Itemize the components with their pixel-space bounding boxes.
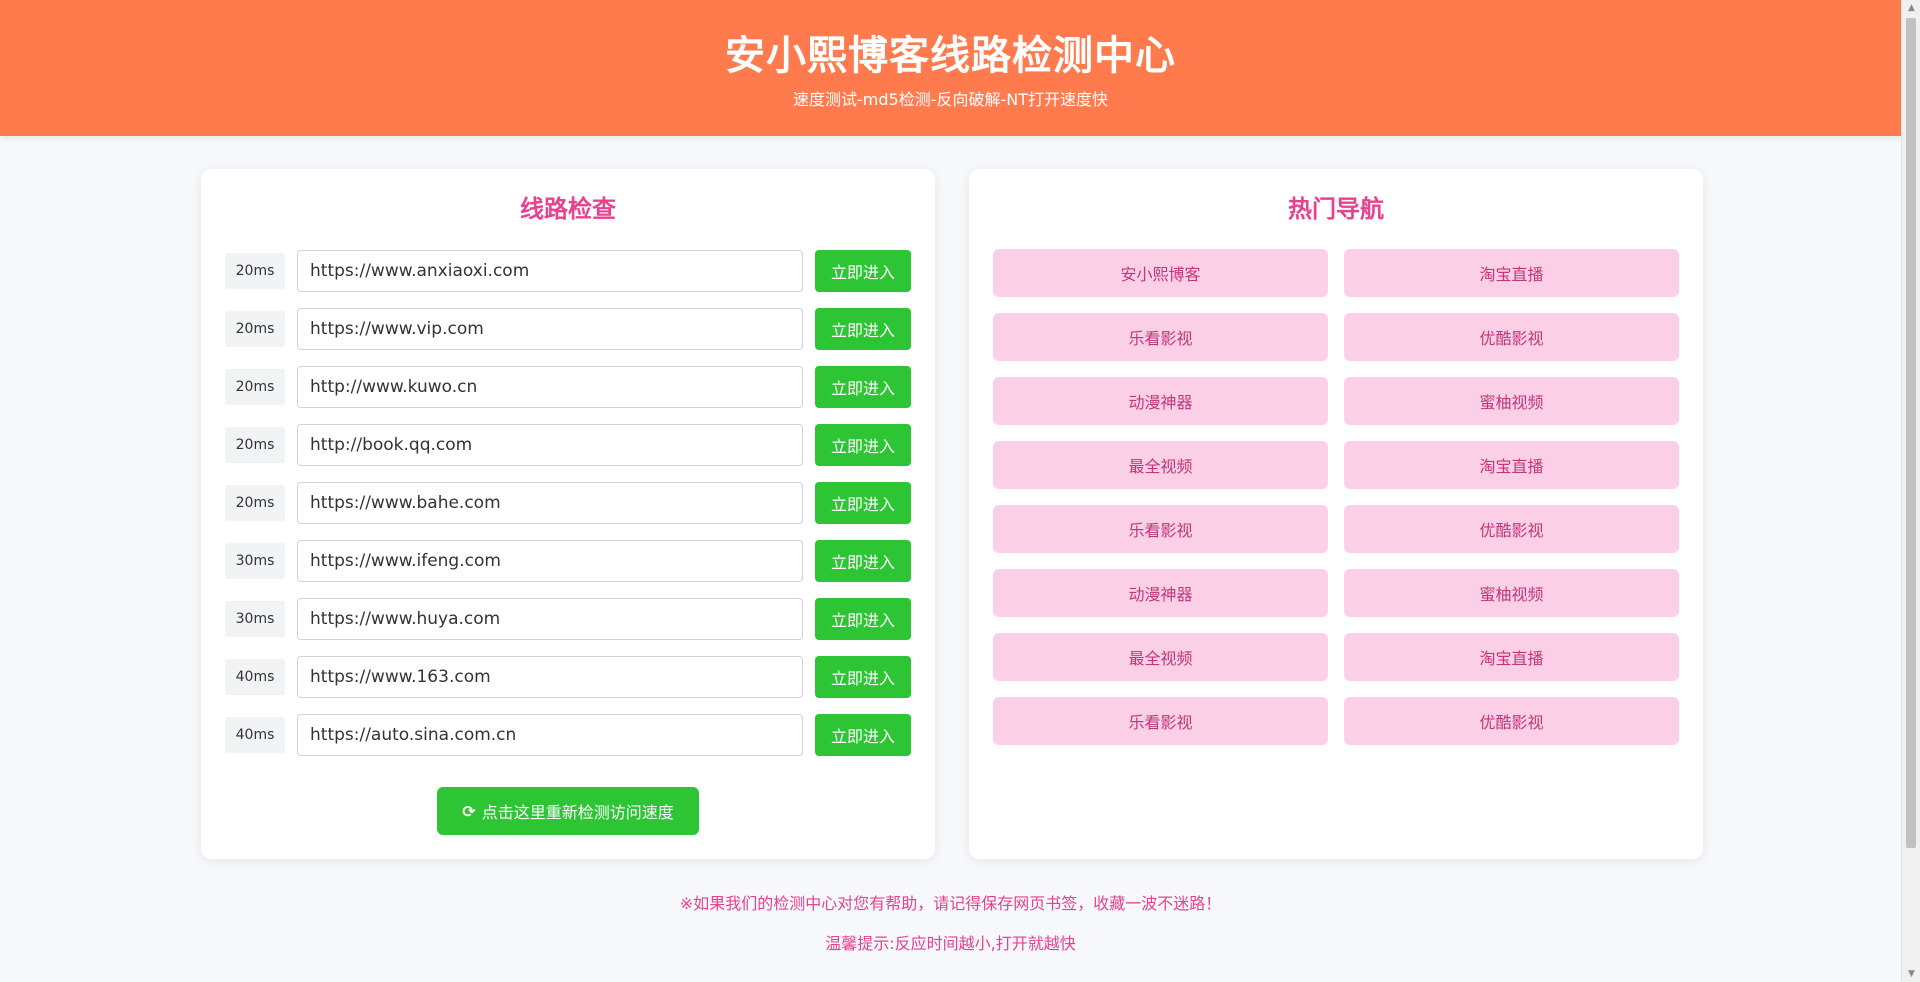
nav-grid: 安小熙博客 淘宝直播 乐看影视 优酷影视 动漫神器 蜜柚视频 最全视频 淘宝直播 乐看影视 优酷影… (993, 249, 1679, 745)
route-url-input[interactable] (297, 424, 803, 466)
nav-link-button[interactable]: 乐看影视 (993, 505, 1328, 553)
latency-badge: 30ms (225, 601, 285, 637)
nav-link-button[interactable]: 安小熙博客 (993, 249, 1328, 297)
page-header: 安小熙博客线路检测中心 速度测试-md5检测-反向破解-NT打开速度快 (0, 0, 1901, 136)
page-subtitle: 速度测试-md5检测-反向破解-NT打开速度快 (793, 90, 1108, 109)
enter-now-button[interactable]: 立即进入 (815, 366, 911, 408)
route-row: 20ms 立即进入 (225, 250, 912, 292)
recheck-label: 点击这里重新检测访问速度 (481, 803, 674, 822)
route-panel-title: 线路检查 (520, 195, 616, 223)
page-title: 安小熙博客线路检测中心 (725, 33, 1176, 79)
route-row: 40ms 立即进入 (225, 714, 912, 756)
enter-now-button[interactable]: 立即进入 (815, 250, 911, 292)
route-url-input[interactable] (297, 540, 803, 582)
latency-badge: 40ms (225, 659, 285, 695)
route-list: 20ms 立即进入 20ms 立即进入 20ms 立即进入 20ms 立即进入 20ms 立即进入… (225, 250, 912, 772)
nav-link-button[interactable]: 优酷影视 (1344, 313, 1679, 361)
enter-now-button[interactable]: 立即进入 (815, 714, 911, 756)
route-url-input[interactable] (297, 482, 803, 524)
latency-badge: 20ms (225, 427, 285, 463)
route-row: 40ms 立即进入 (225, 656, 912, 698)
route-url-input[interactable] (297, 598, 803, 640)
route-row: 20ms 立即进入 (225, 366, 912, 408)
nav-link-button[interactable]: 淘宝直播 (1344, 633, 1679, 681)
scroll-up-icon[interactable]: ▲ (1902, 0, 1920, 16)
latency-badge: 20ms (225, 253, 285, 289)
route-row: 30ms 立即进入 (225, 540, 912, 582)
nav-link-button[interactable]: 最全视频 (993, 633, 1328, 681)
route-url-input[interactable] (297, 250, 803, 292)
enter-now-button[interactable]: 立即进入 (815, 424, 911, 466)
route-row: 20ms 立即进入 (225, 424, 912, 466)
nav-link-button[interactable]: 淘宝直播 (1344, 441, 1679, 489)
footer-tip: 温馨提示:反应时间越小,打开就越快 (825, 934, 1076, 953)
nav-link-button[interactable]: 优酷影视 (1344, 697, 1679, 745)
nav-link-button[interactable]: 蜜柚视频 (1344, 569, 1679, 617)
nav-link-button[interactable]: 乐看影视 (993, 697, 1328, 745)
route-url-input[interactable] (297, 366, 803, 408)
latency-badge: 40ms (225, 717, 285, 753)
latency-badge: 20ms (225, 369, 285, 405)
route-row: 30ms 立即进入 (225, 598, 912, 640)
enter-now-button[interactable]: 立即进入 (815, 598, 911, 640)
nav-link-button[interactable]: 最全视频 (993, 441, 1328, 489)
route-row: 20ms 立即进入 (225, 482, 912, 524)
enter-now-button[interactable]: 立即进入 (815, 482, 911, 524)
enter-now-button[interactable]: 立即进入 (815, 308, 911, 350)
nav-link-button[interactable]: 蜜柚视频 (1344, 377, 1679, 425)
nav-link-button[interactable]: 动漫神器 (993, 377, 1328, 425)
latency-badge: 30ms (225, 543, 285, 579)
scrollbar-thumb[interactable] (1906, 18, 1916, 848)
nav-link-button[interactable]: 淘宝直播 (1344, 249, 1679, 297)
recheck-speed-button[interactable]: ⟳ 点击这里重新检测访问速度 (437, 787, 699, 835)
scroll-down-icon[interactable]: ▼ (1902, 966, 1920, 982)
route-row: 20ms 立即进入 (225, 308, 912, 350)
latency-badge: 20ms (225, 311, 285, 347)
latency-badge: 20ms (225, 485, 285, 521)
footer-note: ※如果我们的检测中心对您有帮助，请记得保存网页书签，收藏一波不迷路！ (679, 894, 1222, 913)
hot-nav-panel: 热门导航 安小熙博客 淘宝直播 乐看影视 优酷影视 动漫神器 蜜柚视频 最全视频 淘宝直播 乐看… (969, 169, 1703, 859)
route-url-input[interactable] (297, 714, 803, 756)
page-scrollbar[interactable]: ▲ ▼ (1901, 0, 1920, 982)
enter-now-button[interactable]: 立即进入 (815, 540, 911, 582)
route-check-panel: 线路检查 20ms立即进入20ms立即进入20ms立即进入20ms立即进入20m… (201, 169, 935, 859)
nav-link-button[interactable]: 优酷影视 (1344, 505, 1679, 553)
nav-link-button[interactable]: 动漫神器 (993, 569, 1328, 617)
route-url-input[interactable] (297, 308, 803, 350)
nav-panel-title: 热门导航 (1288, 195, 1384, 223)
refresh-icon: ⟳ (462, 801, 476, 821)
nav-link-button[interactable]: 乐看影视 (993, 313, 1328, 361)
enter-now-button[interactable]: 立即进入 (815, 656, 911, 698)
route-url-input[interactable] (297, 656, 803, 698)
